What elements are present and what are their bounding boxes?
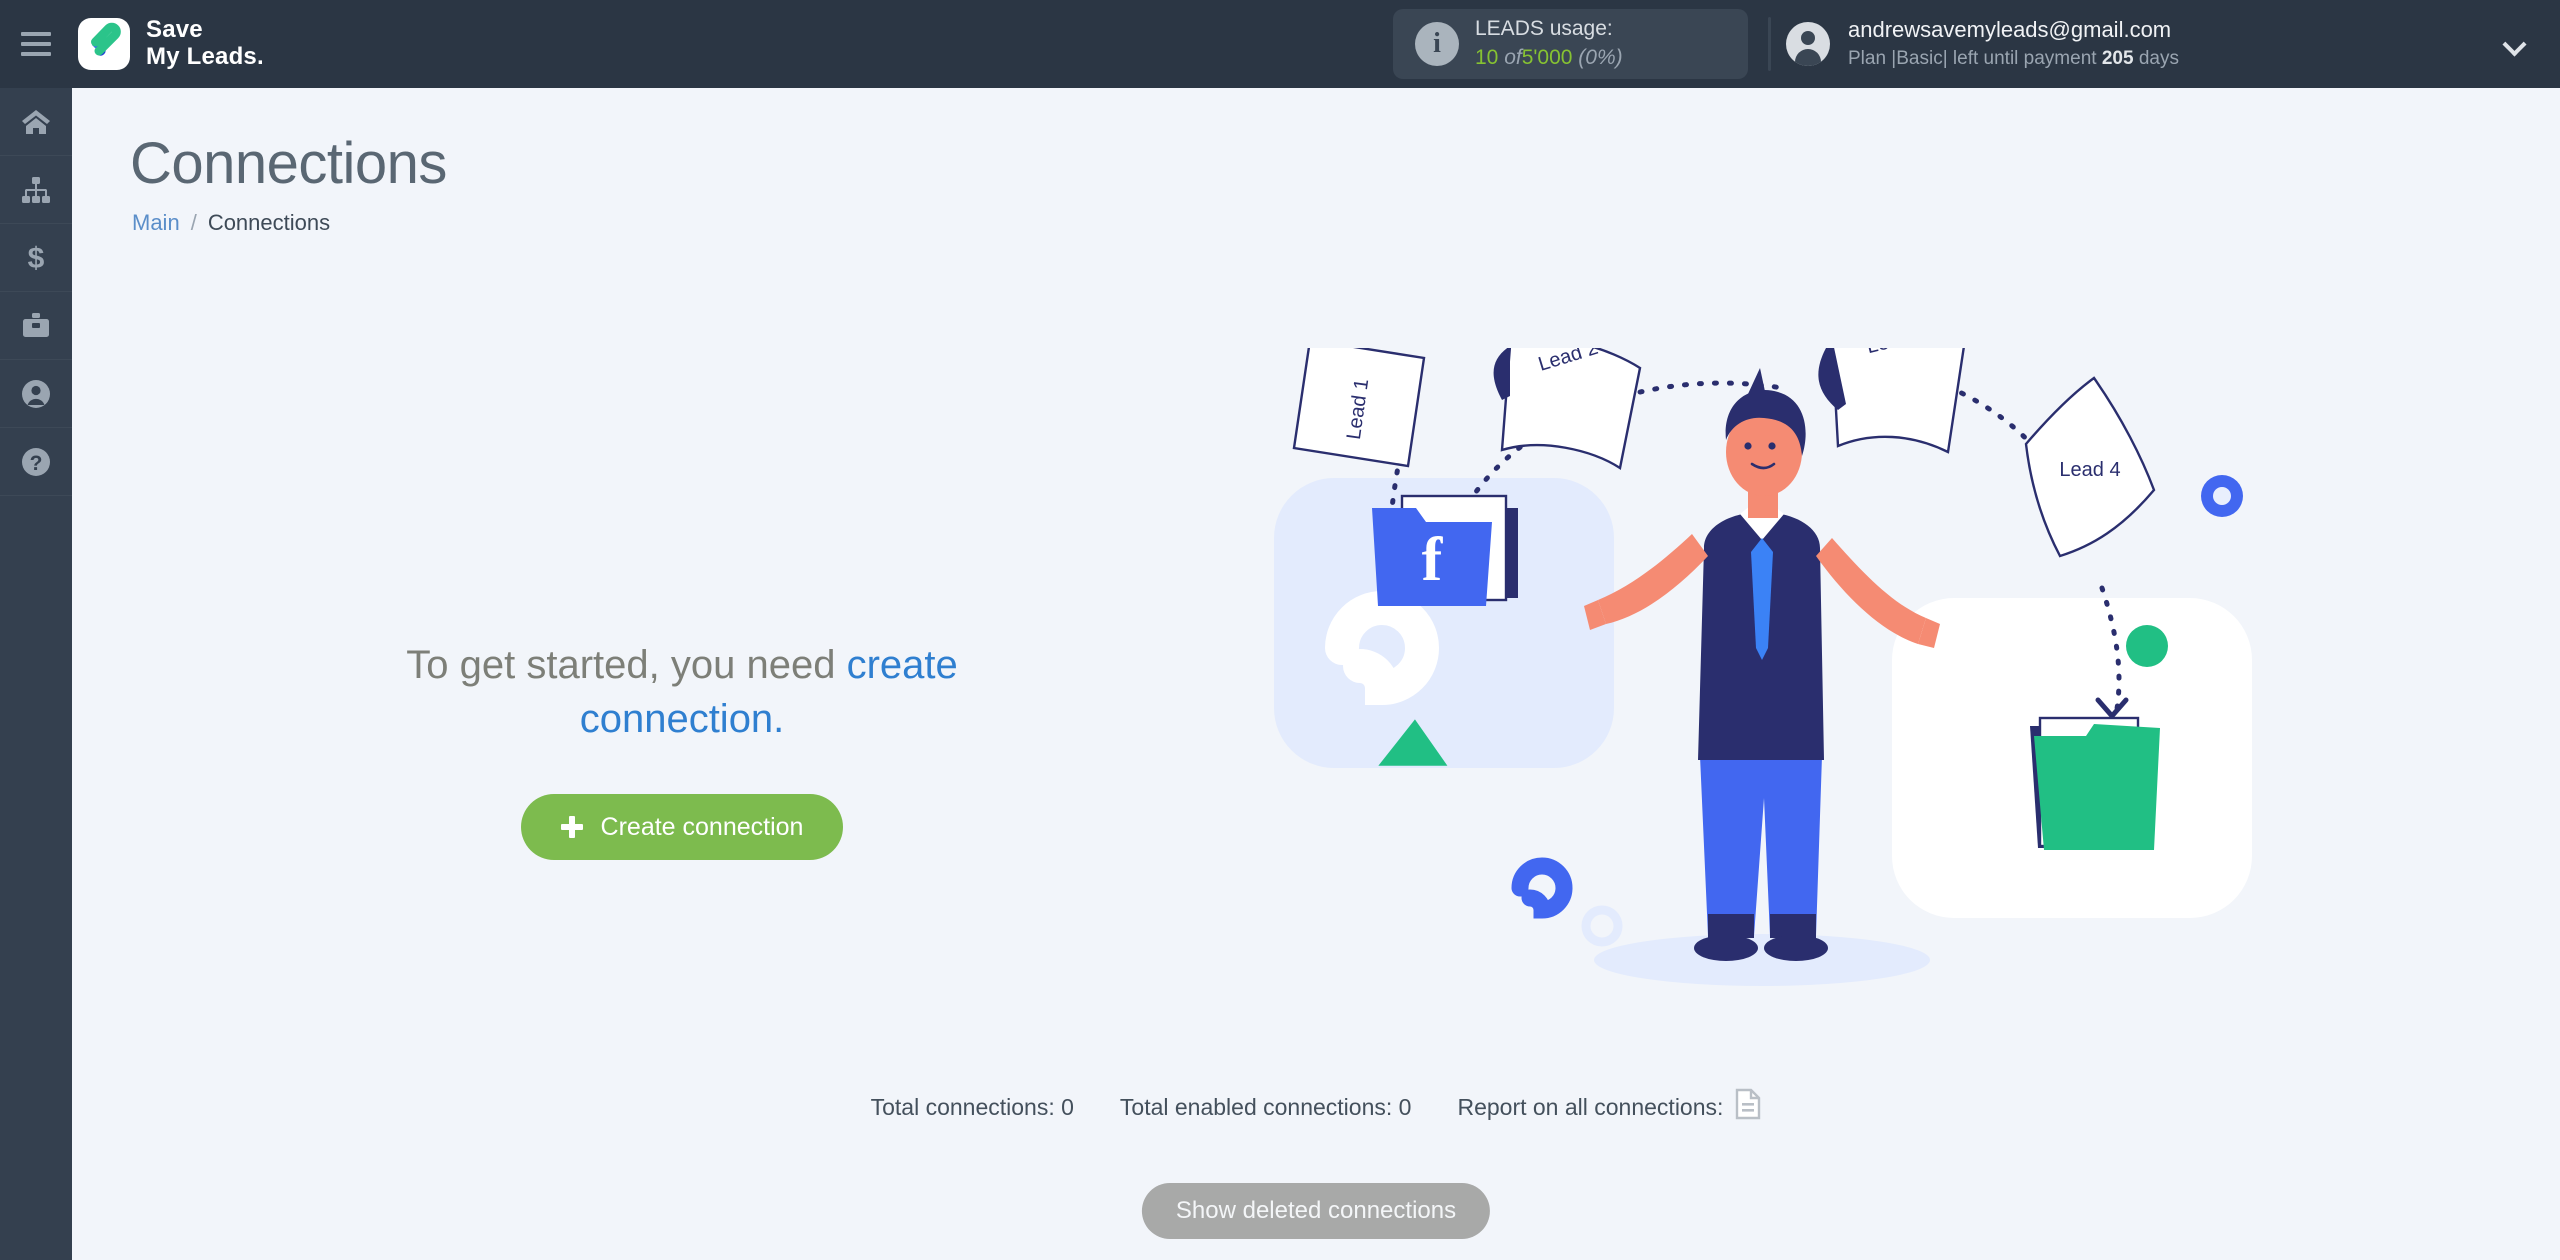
decor-green-dot (2126, 625, 2168, 667)
brand-logo[interactable]: Save My Leads. (78, 16, 264, 71)
total-connections-value: 0 (1061, 1093, 1074, 1120)
question-circle-icon: ? (21, 447, 51, 477)
sidebar-item-connections[interactable] (0, 156, 72, 224)
person-left-arm (1598, 534, 1708, 624)
brand-line-2: My Leads. (146, 43, 264, 70)
person-illustration (1584, 368, 1940, 986)
create-connection-button[interactable]: Create connection (520, 794, 844, 860)
sidebar-item-home[interactable] (0, 88, 72, 156)
sidebar-item-profile[interactable] (0, 360, 72, 428)
home-icon (21, 108, 51, 136)
facebook-source-folder: f (1372, 494, 1518, 606)
total-enabled-value: 0 (1398, 1093, 1412, 1120)
svg-text:$: $ (28, 243, 45, 273)
onboarding-illustration: Lead 1 Lead 2 Lead 3 Lead 4 (1192, 321, 2492, 1068)
dollar-icon: $ (21, 243, 51, 273)
brand-line-1: Save (146, 16, 203, 44)
user-avatar-icon (1786, 22, 1830, 66)
document-icon[interactable] (1735, 1088, 1761, 1126)
breadcrumb-root[interactable]: Main (132, 210, 180, 236)
facebook-f-glyph: f (1422, 526, 1444, 594)
usage-percent: (0%) (1578, 46, 1623, 69)
breadcrumb-separator: / (190, 210, 197, 235)
empty-state: To get started, you need create connecti… (372, 638, 992, 860)
left-sidebar: $ ? (0, 88, 72, 1260)
lead-card-4-label: Lead 4 (2059, 459, 2120, 481)
briefcase-icon (21, 312, 51, 340)
info-icon: i (1415, 22, 1459, 66)
brand-name: Save My Leads. (146, 16, 264, 71)
total-connections-label: Total connections: (870, 1093, 1055, 1120)
account-plan: Plan |Basic| left until payment 205 days (1848, 46, 2179, 73)
report-stat: Report on all connections: (1457, 1088, 1761, 1126)
hamburger-bar (21, 32, 51, 36)
breadcrumb-current: Connections (207, 210, 331, 235)
usage-limit: 5'000 (1521, 46, 1573, 69)
create-connection-label: Create connection (600, 812, 804, 841)
page-title: Connections (130, 131, 447, 196)
breadcrumb: Main / Connections (132, 210, 330, 236)
lead-card-1: Lead 1 (1292, 338, 1426, 468)
sidebar-item-help[interactable]: ? (0, 428, 72, 496)
usage-title: LEADS usage: (1475, 17, 1613, 41)
total-enabled-stat: Total enabled connections: 0 (1120, 1094, 1412, 1121)
decor-blue-comma (1511, 857, 1573, 919)
empty-state-text-plain: To get started, you need (406, 643, 847, 687)
top-header: Save My Leads. i LEADS usage: 10 of5'000… (0, 0, 2560, 88)
lead-card-4: Lead 4 (2024, 376, 2156, 558)
lead-card-3: Lead 3 (1818, 321, 1966, 454)
destination-folder (2030, 716, 2160, 850)
chevron-down-icon[interactable] (2502, 32, 2527, 57)
plus-icon (560, 816, 583, 838)
hamburger-bar (21, 42, 51, 46)
plan-days-suffix: days (2138, 48, 2179, 70)
person-right-arm (1816, 538, 1926, 644)
plan-days: 205 (2101, 48, 2134, 70)
connections-stats: Total connections: 0 Total enabled conne… (72, 1088, 2560, 1126)
total-connections-stat: Total connections: 0 (871, 1094, 1074, 1121)
user-icon (21, 379, 51, 409)
account-menu[interactable]: andrewsavemyleads@gmail.com Plan |Basic|… (1768, 9, 2179, 79)
sidebar-item-business[interactable] (0, 292, 72, 360)
destination-folder-body (2034, 724, 2160, 850)
leads-usage-widget[interactable]: i LEADS usage: 10 of5'000 (0%) (1393, 9, 1748, 79)
checkmark-logo-icon (78, 18, 130, 70)
svg-text:?: ? (30, 452, 43, 475)
hamburger-icon[interactable] (0, 0, 72, 88)
sitemap-icon (21, 176, 51, 204)
usage-value: 10 of5'000 (0%) (1475, 44, 1623, 73)
account-email: andrewsavemyleads@gmail.com (1848, 17, 2172, 43)
lead-card-2: Lead 2 (1493, 337, 1642, 470)
hamburger-bar (21, 52, 51, 56)
sidebar-item-billing[interactable]: $ (0, 224, 72, 292)
show-deleted-connections-button[interactable]: Show deleted connections (1141, 1183, 1491, 1239)
main-content: Connections Main / Connections To get st… (72, 88, 2560, 1260)
decor-faint-ring (1581, 905, 1623, 947)
plan-prefix: Plan |Basic| left until payment (1848, 48, 2097, 70)
empty-state-text: To get started, you need create connecti… (372, 638, 992, 746)
usage-used: 10 (1475, 46, 1499, 69)
total-enabled-label: Total enabled connections: (1119, 1093, 1393, 1120)
usage-of: of (1504, 46, 1522, 69)
report-label: Report on all connections: (1457, 1093, 1724, 1120)
